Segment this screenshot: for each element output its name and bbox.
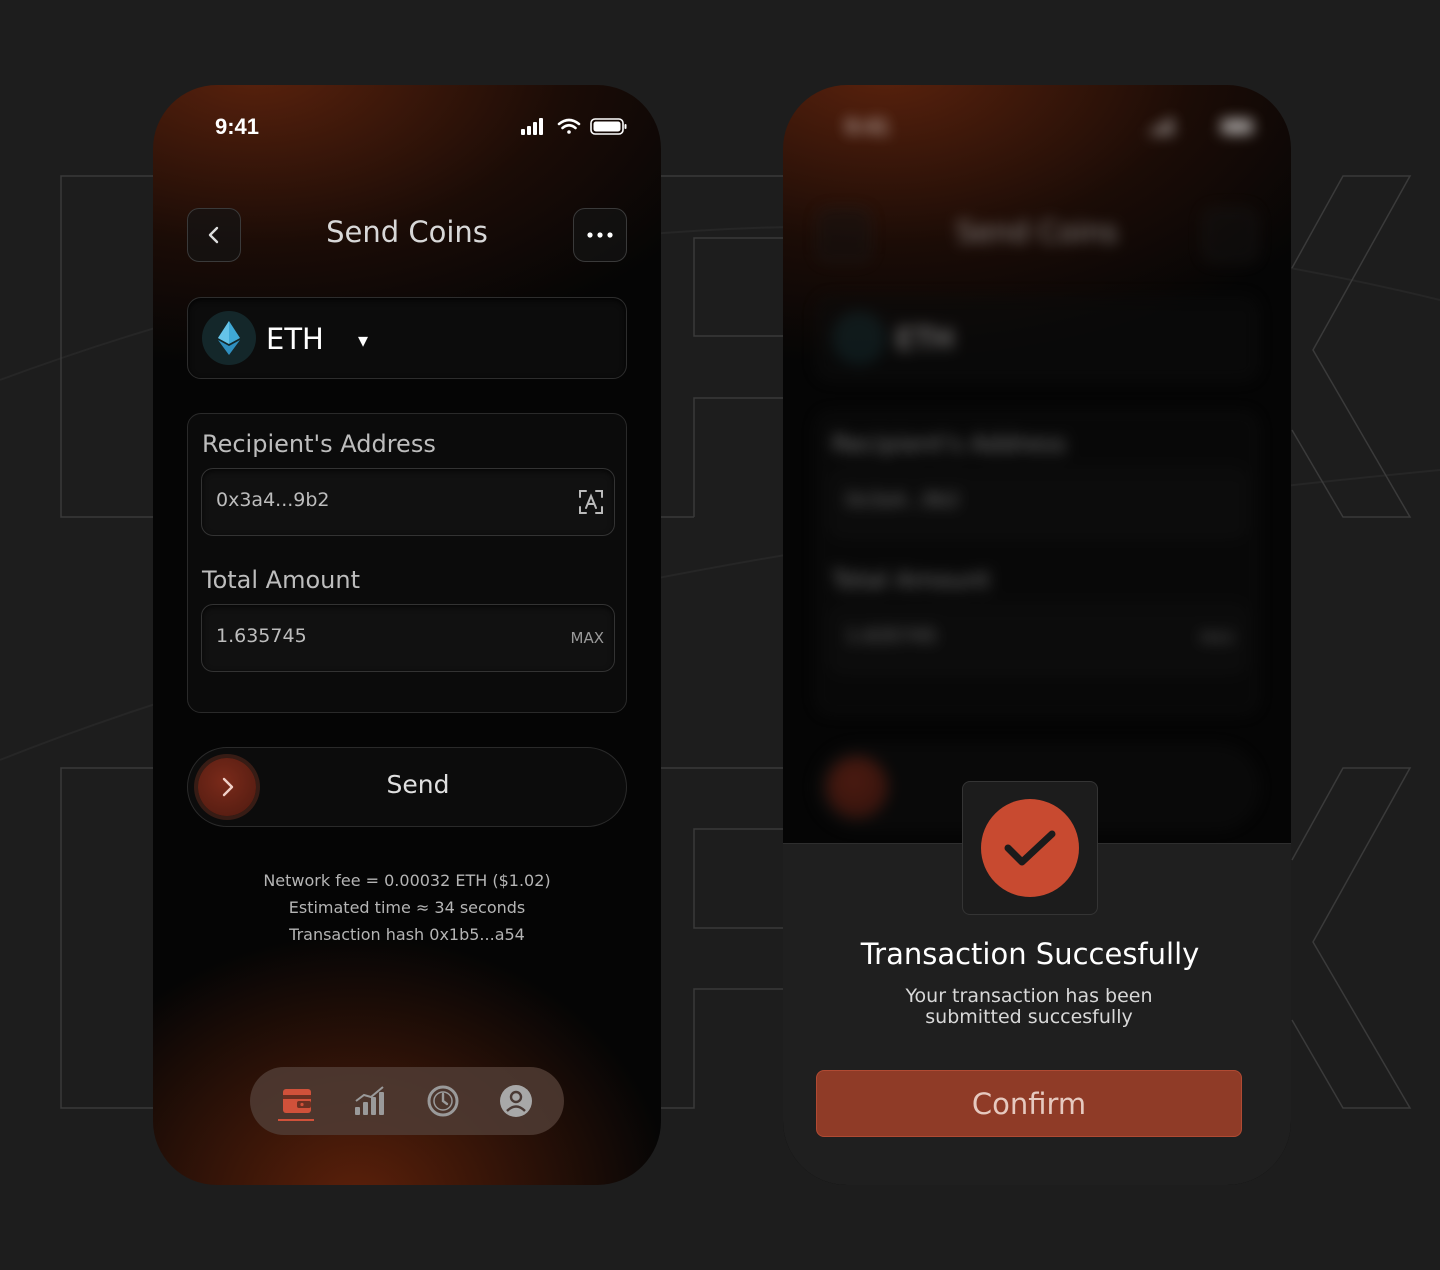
history-icon xyxy=(427,1085,459,1117)
status-time: 9:41 xyxy=(845,114,890,139)
token-selector: ETH xyxy=(817,297,1257,379)
slider-handle[interactable] xyxy=(198,758,256,816)
status-bar: 9:41 xyxy=(153,85,661,169)
send-slider[interactable]: Send xyxy=(187,747,627,827)
nav-active-indicator xyxy=(278,1119,314,1121)
amount-input: 1.635745 MAX xyxy=(831,604,1245,672)
network-fee: Network fee = 0.00032 ETH ($1.02) xyxy=(263,871,551,890)
success-message-line-2: submitted succesfully xyxy=(925,1006,1133,1028)
page-title: Send Coins xyxy=(326,215,488,249)
more-options-button[interactable] xyxy=(573,208,627,262)
recipient-label: Recipient's Address xyxy=(202,430,436,458)
success-check-circle xyxy=(981,799,1079,897)
scan-icon[interactable] xyxy=(578,489,604,515)
status-icons xyxy=(521,118,627,135)
amount-label: Total Amount xyxy=(202,566,360,594)
success-phone: 9:41 Send Coins ETH Recipient's Address … xyxy=(783,85,1291,1185)
token-symbol: ETH xyxy=(896,322,954,356)
signal-icon xyxy=(521,118,543,135)
transaction-hash: Transaction hash 0x1b5...a54 xyxy=(289,925,525,944)
max-button: MAX xyxy=(1200,629,1234,647)
checkmark-icon xyxy=(1004,830,1056,866)
estimated-time: Estimated time ≈ 34 seconds xyxy=(288,898,526,917)
more-dots-icon xyxy=(587,232,613,238)
recipient-label: Recipient's Address xyxy=(832,430,1066,458)
send-label: Send xyxy=(386,770,450,799)
eth-logo-icon xyxy=(832,311,886,365)
more-options-button xyxy=(1203,208,1257,262)
nav-history[interactable] xyxy=(423,1081,463,1121)
amount-label: Total Amount xyxy=(832,566,990,594)
success-message-line-1: Your transaction has been xyxy=(905,985,1153,1007)
chevron-left-icon xyxy=(208,226,219,244)
recipient-address-input[interactable]: 0x3a4...9b2 xyxy=(201,468,615,536)
confirm-button[interactable]: Confirm xyxy=(816,1070,1242,1137)
token-selector[interactable]: ETH ▾ xyxy=(187,297,627,379)
eth-logo-icon xyxy=(202,311,256,365)
wifi-icon xyxy=(557,118,581,134)
success-title: Transaction Succesfully xyxy=(860,937,1200,971)
amount-value: 1.635745 xyxy=(846,625,937,647)
recipient-address-input: 0x3a4...9b2 xyxy=(831,468,1245,536)
profile-icon xyxy=(500,1085,532,1117)
success-icon-box xyxy=(962,781,1098,915)
back-button xyxy=(817,208,871,262)
battery-icon xyxy=(590,118,627,135)
transfer-form: Recipient's Address 0x3a4...9b2 Total Am… xyxy=(187,413,627,713)
nav-wallet[interactable] xyxy=(277,1081,317,1121)
chart-icon xyxy=(355,1086,384,1115)
send-coins-phone: 9:41 Send Coins ETH ▾ Recipient's Addres… xyxy=(153,85,661,1185)
slider-handle xyxy=(828,758,886,816)
status-icons xyxy=(1151,118,1253,135)
back-button[interactable] xyxy=(187,208,241,262)
wallet-icon xyxy=(283,1089,311,1113)
transfer-form: Recipient's Address 0x3a4...9b2 Total Am… xyxy=(817,413,1257,713)
blurred-background: 9:41 Send Coins ETH Recipient's Address … xyxy=(783,85,1291,845)
bottom-nav xyxy=(250,1067,564,1135)
dropdown-caret-icon: ▾ xyxy=(358,328,369,352)
page-title: Send Coins xyxy=(956,215,1118,249)
nav-analytics[interactable] xyxy=(350,1081,390,1121)
token-symbol: ETH xyxy=(266,322,324,356)
nav-profile[interactable] xyxy=(496,1081,536,1121)
amount-value: 1.635745 xyxy=(216,625,307,647)
amount-input[interactable]: 1.635745 MAX xyxy=(201,604,615,672)
recipient-address-value: 0x3a4...9b2 xyxy=(216,489,330,511)
chevron-right-icon xyxy=(222,777,234,797)
status-time: 9:41 xyxy=(215,114,260,139)
max-button[interactable]: MAX xyxy=(571,629,604,647)
recipient-address-value: 0x3a4...9b2 xyxy=(846,489,960,511)
